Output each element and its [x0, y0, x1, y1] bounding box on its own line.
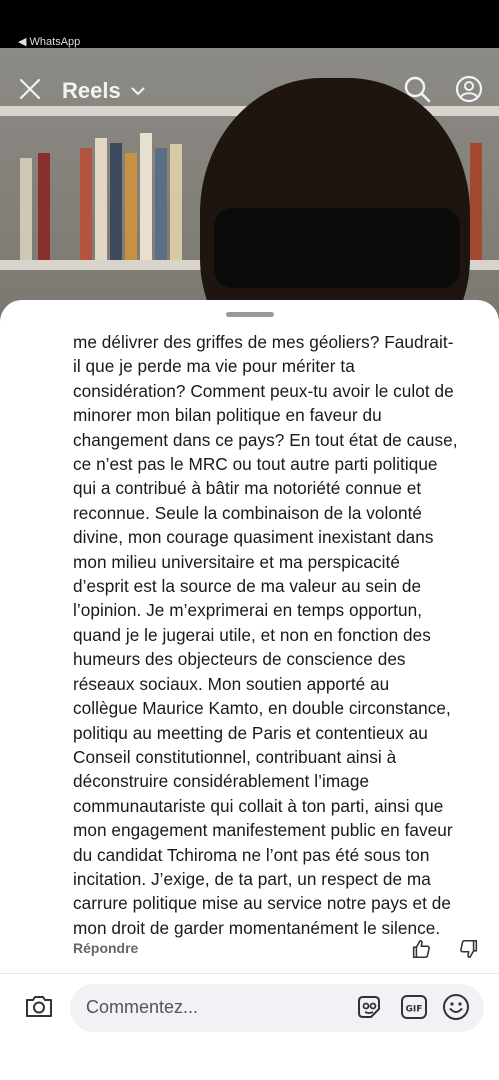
profile-icon[interactable] [454, 74, 484, 109]
comment-line: incitation. J’exige, de ta part, un resp… [73, 868, 431, 889]
comment-line: mon engagement manifestement public en f… [73, 820, 453, 841]
thumbs-up-icon[interactable] [410, 938, 432, 965]
comment-line: mon milieu universitaire et ma perspicac… [73, 551, 400, 572]
reply-button[interactable]: Répondre [73, 940, 138, 956]
comment-line: ce n’est pas le MRC ou tout autre parti … [73, 454, 438, 475]
book [95, 138, 107, 260]
comment-line: reconnue. Seule la combinaison de la vol… [73, 502, 423, 523]
comment-line: communautariste qui collait à ton parti,… [73, 795, 444, 816]
comment-placeholder: Commentez... [86, 997, 199, 1017]
book [20, 158, 32, 260]
back-to-app-link[interactable]: ◀ WhatsApp [18, 36, 80, 48]
svg-text:GIF: GIF [406, 1005, 423, 1015]
comment-line: d’esprit est la source de ma valeur au s… [73, 576, 422, 597]
drag-handle[interactable] [226, 312, 274, 317]
comment-line: qui a contribué à bâtir ma notoriété con… [73, 478, 422, 499]
comment-line: changement dans ce pays? En tout état de… [73, 429, 458, 450]
book [125, 153, 137, 260]
page-title[interactable]: Reels [62, 78, 121, 104]
comment-line: déconstruire considérablement l’image [73, 771, 370, 792]
book [170, 144, 182, 260]
close-icon[interactable] [18, 77, 42, 106]
thumbs-down-icon[interactable] [458, 938, 480, 965]
gif-icon[interactable]: GIF [400, 993, 428, 1026]
sticker-icon[interactable] [355, 993, 383, 1026]
book [140, 133, 152, 260]
search-icon[interactable] [402, 74, 432, 109]
book [470, 143, 482, 260]
comment-line: politiqu au meetting de Paris et content… [73, 722, 428, 743]
comment-line: minorer mon bilan politique en faveur du [73, 405, 382, 426]
comment-line: quand je le jugerai utile, et non en fon… [73, 624, 431, 645]
book [110, 143, 122, 260]
book [80, 148, 92, 260]
comment-line: Conseil constitutionnel, contribuant ain… [73, 746, 397, 767]
book [155, 148, 167, 260]
comment-line: il que je perde ma vie pour mériter ta [73, 356, 355, 377]
comment-line: mon droit de garder momentanément le sil… [73, 917, 441, 938]
comment-line: du candidat Tchiroma ne l’ont pas été so… [73, 844, 430, 865]
comment-line: considération? Comment peux-tu avoir le … [73, 380, 454, 401]
divider [0, 973, 499, 974]
comment-line: me délivrer des griffes de mes géoliers?… [73, 332, 454, 352]
comment-line: carrure politique mise au service notre … [73, 893, 451, 914]
comment-line: collègue Maurice Kamto, en double circon… [73, 698, 451, 719]
comment-body: me délivrer des griffes de mes géoliers?… [73, 330, 493, 940]
comment-line: l’opinion. Je m’exprimerai en temps oppo… [73, 600, 423, 621]
book [38, 153, 50, 260]
comment-line: réseaux sociaux. Mon soutien apporté au [73, 673, 390, 694]
sunglasses [214, 208, 460, 288]
comment-line: humeurs des objecteurs de conscience des [73, 649, 406, 670]
chevron-down-icon[interactable] [130, 84, 146, 102]
status-bar: ◀ WhatsApp [0, 0, 499, 48]
camera-icon[interactable] [24, 993, 54, 1024]
comment-line: divine, mon courage quasiment inexistant… [73, 527, 434, 548]
emoji-icon[interactable] [442, 993, 470, 1026]
